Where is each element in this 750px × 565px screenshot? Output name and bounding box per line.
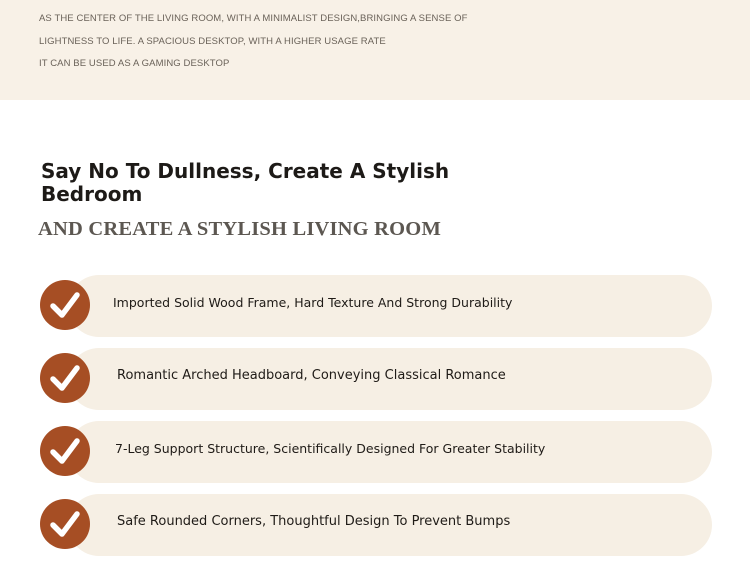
banner-text-line: LIGHTNESS TO LIFE. A SPACIOUS DESKTOP, W… bbox=[39, 36, 386, 47]
feature-label: 7-Leg Support Structure, Scientifically … bbox=[115, 441, 546, 456]
feature-label: Romantic Arched Headboard, Conveying Cla… bbox=[117, 368, 506, 383]
feature-label: Safe Rounded Corners, Thoughtful Design … bbox=[117, 514, 511, 529]
feature-item: Romantic Arched Headboard, Conveying Cla… bbox=[40, 348, 712, 410]
check-icon bbox=[40, 499, 90, 549]
banner-text-line: AS THE CENTER OF THE LIVING ROOM, WITH A… bbox=[39, 13, 468, 24]
banner-text-line: IT CAN BE USED AS A GAMING DESKTOP bbox=[39, 58, 230, 69]
check-icon bbox=[40, 426, 90, 476]
feature-item: Imported Solid Wood Frame, Hard Texture … bbox=[40, 275, 712, 337]
feature-label: Imported Solid Wood Frame, Hard Texture … bbox=[113, 295, 513, 310]
feature-item: Safe Rounded Corners, Thoughtful Design … bbox=[40, 494, 712, 556]
check-icon bbox=[40, 280, 90, 330]
check-icon bbox=[40, 353, 90, 403]
page-subtitle: AND CREATE A STYLISH LIVING ROOM bbox=[38, 218, 441, 240]
page-title: Say No To Dullness, Create A Stylish Bed… bbox=[41, 159, 450, 206]
feature-item: 7-Leg Support Structure, Scientifically … bbox=[40, 421, 712, 483]
top-banner: AS THE CENTER OF THE LIVING ROOM, WITH A… bbox=[0, 0, 750, 100]
